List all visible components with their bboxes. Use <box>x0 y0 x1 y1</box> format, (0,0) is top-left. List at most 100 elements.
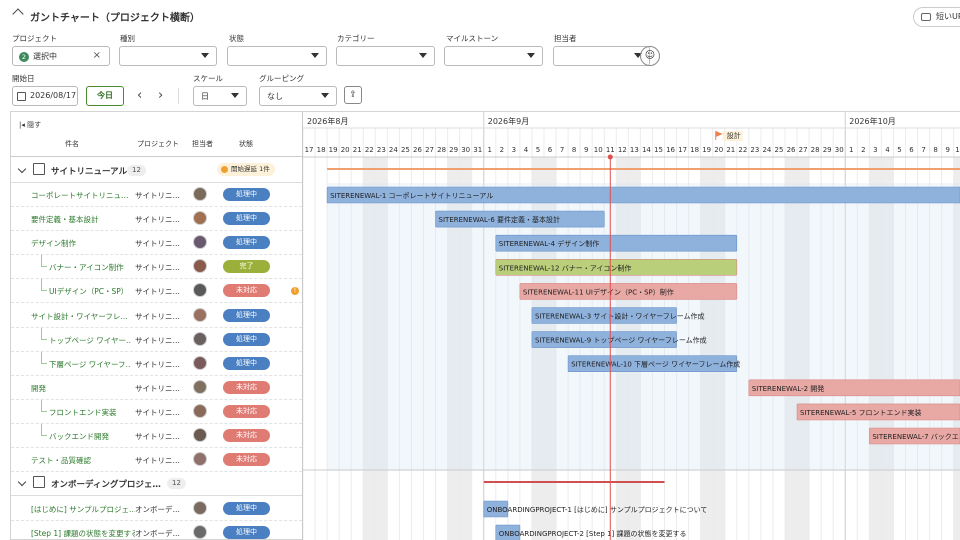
avatar[interactable] <box>193 525 207 539</box>
warning-icon: ! <box>291 287 299 296</box>
avatar[interactable] <box>193 259 207 274</box>
avatar[interactable] <box>193 501 207 515</box>
warning-icon <box>221 166 228 173</box>
gantt-panel: 2026年8月 2026年9月 2026年10月 17 18 19 20 21 22 23 24 25… <box>303 111 960 540</box>
start-date-input[interactable]: 2026/08/17 <box>12 86 78 106</box>
project-cell: サイトリニ… <box>135 287 180 297</box>
task-name-link[interactable]: バナー・アイコン制作 <box>49 262 131 273</box>
milestone-flag-icon <box>715 131 723 137</box>
task-name-link[interactable]: 開発 <box>31 383 135 394</box>
prev-arrow-icon[interactable]: ‹ <box>137 89 142 102</box>
day-label: 5 <box>536 146 540 154</box>
avatar[interactable] <box>193 331 207 346</box>
group-name: オンボーディングプロジェ… <box>51 480 161 490</box>
table-row[interactable]: UIデザイン（PC・SP） サイトリニ… 未対応! <box>11 279 302 304</box>
next-arrow-icon[interactable]: › <box>158 89 163 102</box>
task-name-link[interactable]: コーポレートサイトリニュ… <box>31 190 135 201</box>
group-span-bg <box>327 183 960 471</box>
chevron-down-icon <box>201 53 209 58</box>
collapse-chevron-icon[interactable] <box>12 8 24 20</box>
day-label: 30 <box>461 146 470 154</box>
calendar-icon <box>17 92 26 101</box>
avatar[interactable] <box>193 355 207 370</box>
status-badge: 処理中 <box>223 332 270 346</box>
export-icon[interactable]: ⇪ <box>344 86 362 104</box>
task-name-link[interactable]: トップページ ワイヤー… <box>49 335 131 346</box>
day-label: 29 <box>823 146 832 154</box>
start-date-value: 2026/08/17 <box>30 91 77 100</box>
avatar[interactable] <box>193 403 207 418</box>
task-name-link[interactable]: 要件定義・基本設計 <box>31 214 135 225</box>
task-bar-label: SITERENEWAL-5 フロントエンド実装 <box>800 408 921 417</box>
scale-select[interactable]: 日 <box>193 86 247 106</box>
avatar[interactable] <box>193 187 207 201</box>
table-row[interactable]: トップページ ワイヤー… サイトリニ… 処理中 <box>11 327 302 352</box>
day-label: 17 <box>305 146 314 154</box>
hide-panel-button[interactable]: |◂ 隠す <box>19 120 41 130</box>
avatar[interactable] <box>193 452 207 467</box>
milestone-filter[interactable] <box>444 46 543 66</box>
task-name-link[interactable]: テスト・品質確認 <box>31 455 135 466</box>
avatar[interactable] <box>193 235 207 250</box>
day-label: 14 <box>642 146 651 154</box>
day-label: 3 <box>873 146 877 154</box>
task-name-link[interactable]: [はじめに] サンプルプロジェ… <box>31 504 135 515</box>
day-label: 9 <box>584 146 588 154</box>
day-label: 27 <box>799 146 808 154</box>
status-filter[interactable] <box>227 46 327 66</box>
user-group-icon[interactable]: ☺ <box>640 46 660 66</box>
status-badge: 未対応 <box>223 284 270 298</box>
day-label: 9 <box>945 146 949 154</box>
project-filter[interactable]: 2 選択中 × <box>12 46 110 66</box>
table-row[interactable]: バックエンド開発 サイトリニ… 未対応 <box>11 424 302 448</box>
task-name-link[interactable]: 下層ページ ワイヤーフ… <box>49 359 131 370</box>
day-label: 8 <box>572 146 576 154</box>
table-row[interactable]: コーポレートサイトリニュ… サイトリニ… 処理中 <box>11 183 302 207</box>
project-count-badge: 2 <box>19 52 29 62</box>
today-button[interactable]: 今日 <box>86 86 124 106</box>
grouping-label: グルーピング <box>259 74 304 83</box>
group-name: サイトリニューアル <box>51 167 128 177</box>
day-label: 11 <box>606 146 615 154</box>
task-name-link[interactable]: UIデザイン（PC・SP） <box>49 286 131 297</box>
avatar[interactable] <box>193 211 207 226</box>
type-filter[interactable] <box>119 46 217 66</box>
day-label: 25 <box>401 146 410 154</box>
avatar[interactable] <box>193 428 207 442</box>
day-label: 13 <box>630 146 639 154</box>
col-name-header: 件名 <box>65 140 79 148</box>
grouping-select[interactable]: なし <box>259 86 337 106</box>
tree-connector <box>41 351 47 364</box>
day-label: 19 <box>702 146 711 154</box>
task-name-link[interactable]: フロントエンド実装 <box>49 407 131 418</box>
group-header[interactable]: オンボーディングプロジェ… 12 <box>11 470 302 496</box>
avatar[interactable] <box>193 379 207 394</box>
table-row[interactable]: 開発 サイトリニ… 未対応 <box>11 376 302 400</box>
task-name-link[interactable]: バックエンド開発 <box>49 431 131 442</box>
table-row[interactable]: [Step 1] 課題の状態を変更する オンボーデ… 処理中 <box>11 521 302 539</box>
table-row[interactable]: [はじめに] サンプルプロジェ… オンボーデ… 処理中 <box>11 497 302 521</box>
table-row[interactable]: フロントエンド実装 サイトリニ… 未対応 <box>11 399 302 424</box>
table-row[interactable]: テスト・品質確認 サイトリニ… 未対応 <box>11 448 302 473</box>
table-row[interactable]: バナー・アイコン制作 サイトリニ… 完了 <box>11 255 302 280</box>
task-name-link[interactable]: デザイン制作 <box>31 238 135 249</box>
expand-chevron-icon[interactable] <box>17 164 27 174</box>
table-row[interactable]: 要件定義・基本設計 サイトリニ… 処理中 <box>11 207 302 232</box>
avatar[interactable] <box>193 283 207 298</box>
scale-label: スケール <box>193 74 223 83</box>
table-row[interactable]: サイト設計・ワイヤーフレ… サイトリニ… 処理中 <box>11 304 302 328</box>
assignee-filter[interactable] <box>553 46 650 66</box>
avatar[interactable] <box>193 307 207 322</box>
clear-icon[interactable]: × <box>93 50 101 61</box>
day-label: 26 <box>413 146 422 154</box>
table-row[interactable]: デザイン制作 サイトリニ… 処理中 <box>11 231 302 256</box>
task-name-link[interactable]: [Step 1] 課題の状態を変更する <box>31 528 135 539</box>
category-filter[interactable] <box>336 46 435 66</box>
group-header[interactable]: サイトリニューアル 12 開始遅延 1件 <box>11 157 302 183</box>
status-badge: 処理中 <box>223 308 270 322</box>
short-url-button[interactable]: 短いUR <box>913 7 960 27</box>
project-cell: サイトリニ… <box>135 311 180 321</box>
table-row[interactable]: 下層ページ ワイヤーフ… サイトリニ… 処理中 <box>11 351 302 376</box>
task-name-link[interactable]: サイト設計・ワイヤーフレ… <box>31 311 135 322</box>
expand-chevron-icon[interactable] <box>17 477 27 487</box>
